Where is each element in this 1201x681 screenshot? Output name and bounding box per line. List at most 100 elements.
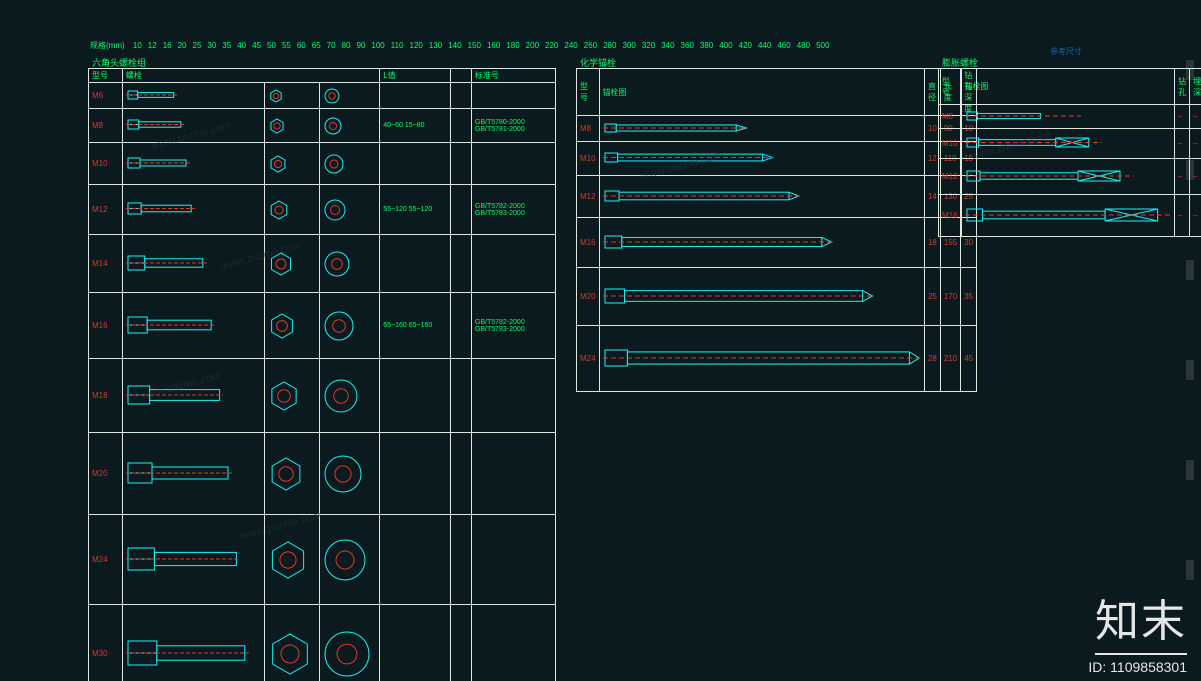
cell-drill: 35 <box>961 268 977 326</box>
ruler-tick: 65 <box>312 41 321 50</box>
washer-icon <box>323 153 345 175</box>
chem-anchor-icon <box>603 151 775 166</box>
cell-std: GB/T5782-2000 GB/T5783-2000 <box>471 293 555 359</box>
washer-icon <box>323 310 355 342</box>
ruler-tick: 300 <box>622 41 635 50</box>
hex-bolt-icon <box>126 89 178 103</box>
hex-bolt-icon <box>126 118 185 133</box>
col-std: 标准号 <box>471 69 555 83</box>
cell-std <box>471 605 555 681</box>
washer-icon <box>323 378 359 414</box>
cell-std <box>471 515 555 605</box>
cell-spec: M6 <box>89 83 123 109</box>
exp-anchor-icon <box>965 169 1134 185</box>
hex-bolt-icon <box>126 156 190 172</box>
table-row: M16 – – – <box>939 195 1201 237</box>
cell-l <box>380 605 451 681</box>
hex-nut-icon <box>268 251 294 277</box>
ruler-tick: 150 <box>468 41 481 50</box>
cell-l <box>380 515 451 605</box>
washer-icon <box>323 116 343 136</box>
cell-d: 25 <box>924 268 940 326</box>
cell-nut <box>264 515 320 605</box>
table-row: M30 <box>89 605 556 681</box>
ruler-label: 规格(mm) <box>90 40 125 51</box>
table-row: M8 40~60 15~80 GB/T5780-2000 GB/T5781-20… <box>89 109 556 143</box>
ruler-tick: 20 <box>178 41 187 50</box>
ruler-tick: 55 <box>282 41 291 50</box>
cell-spec: M12 <box>577 176 600 218</box>
cell-l <box>380 235 451 293</box>
cell-spec: M10 <box>577 142 600 176</box>
cell-drawing <box>961 159 1175 195</box>
chem-anchor-icon <box>603 234 834 252</box>
washer-icon <box>323 454 363 494</box>
cell-spec: M24 <box>89 515 123 605</box>
cell-nut <box>264 185 320 235</box>
col-drawing: 锚栓图 <box>599 69 924 116</box>
cell-l <box>380 143 451 185</box>
cell-washer <box>320 293 380 359</box>
cell-drawing <box>961 195 1175 237</box>
table-row: M10 <box>89 143 556 185</box>
ruler-tick: 140 <box>448 41 461 50</box>
ruler-tick: 60 <box>297 41 306 50</box>
col-spec: 型号 <box>89 69 123 83</box>
cell-std: GB/T5780-2000 GB/T5781-2000 <box>471 109 555 143</box>
cell-spec: M18 <box>89 359 123 433</box>
ruler-tick: 460 <box>777 41 790 50</box>
hex-nut-icon <box>268 199 290 221</box>
table-header-row: 型号螺栓L值标准号 <box>89 69 556 83</box>
hex-bolt-icon <box>126 546 240 574</box>
cell-nut <box>264 143 320 185</box>
cell-std <box>471 143 555 185</box>
cell-washer <box>320 109 380 143</box>
table-row: M8 10 90 10 <box>577 116 977 142</box>
cell-drawing <box>961 105 1175 129</box>
cell-nut <box>264 605 320 681</box>
table-row: M12 55~120 55~120 GB/T5782-2000 GB/T5783… <box>89 185 556 235</box>
ruler: 规格(mm) 101216202530354045505560657080901… <box>90 40 841 51</box>
table-row: M14 <box>89 235 556 293</box>
ruler-tick: 340 <box>661 41 674 50</box>
chem-anchor-table: 型号锚栓图直径长度钻孔深度 M8 10 90 10 M10 12 110 15 … <box>576 68 977 392</box>
col-drawing: 锚栓图 <box>961 69 1175 105</box>
cell-nut <box>264 83 320 109</box>
cell-drawing <box>599 268 924 326</box>
ruler-tick: 480 <box>797 41 810 50</box>
cell-drawing <box>599 326 924 392</box>
ruler-tick: 70 <box>327 41 336 50</box>
ruler-tick: 35 <box>222 41 231 50</box>
stripe-decor <box>1183 0 1201 681</box>
cell-drawing <box>599 116 924 142</box>
cell-washer <box>320 235 380 293</box>
ruler-tick: 320 <box>642 41 655 50</box>
cell-l: 65~160 65~160 <box>380 293 451 359</box>
cell-spec: M14 <box>89 235 123 293</box>
cell-bolt <box>122 605 264 681</box>
ruler-tick: 400 <box>719 41 732 50</box>
ruler-tick: 160 <box>487 41 500 50</box>
table3-mid-title: 参考尺寸 <box>1050 46 1082 57</box>
ruler-tick: 50 <box>267 41 276 50</box>
cell-drawing <box>961 129 1175 159</box>
ruler-tick: 45 <box>252 41 261 50</box>
cell-drawing <box>599 176 924 218</box>
ruler-tick: 90 <box>356 41 365 50</box>
cell-l: 55~120 55~120 <box>380 185 451 235</box>
hex-bolt-icon <box>126 384 224 408</box>
washer-icon <box>323 87 341 105</box>
cell-l <box>380 359 451 433</box>
cad-canvas: 规格(mm) 101216202530354045505560657080901… <box>0 0 1201 681</box>
cell-bolt <box>122 515 264 605</box>
exp-anchor-icon <box>965 110 1081 124</box>
ruler-tick: 200 <box>526 41 539 50</box>
cell-l <box>380 83 451 109</box>
exp-anchor-icon <box>965 136 1103 151</box>
table-row: M16 65~160 65~160 GB/T5782-2000 GB/T5783… <box>89 293 556 359</box>
cell-washer <box>320 185 380 235</box>
ruler-tick: 500 <box>816 41 829 50</box>
cell-washer <box>320 359 380 433</box>
cell-gap <box>451 109 472 143</box>
cell-L: 210 <box>940 326 960 392</box>
